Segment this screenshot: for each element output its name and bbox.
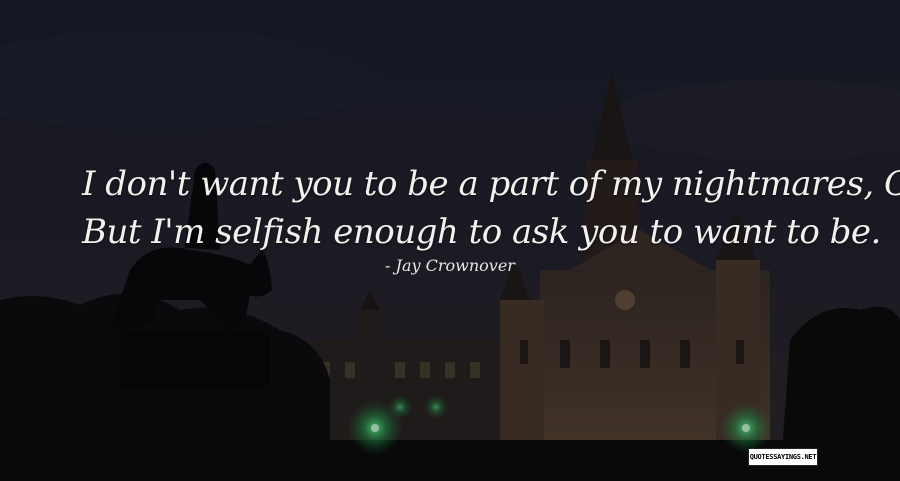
quote-author: - Jay Crownover xyxy=(385,256,515,275)
quote-text: I don't want you to be a part of my nigh… xyxy=(82,160,900,256)
quote-line-2: But I'm selfish enough to ask you to wan… xyxy=(82,212,881,252)
quote-line-1: I don't want you to be a part of my nigh… xyxy=(82,164,900,204)
site-watermark-logo: QUOTESSAYINGS.NET xyxy=(748,448,818,466)
quote-image: I don't want you to be a part of my nigh… xyxy=(0,0,900,481)
